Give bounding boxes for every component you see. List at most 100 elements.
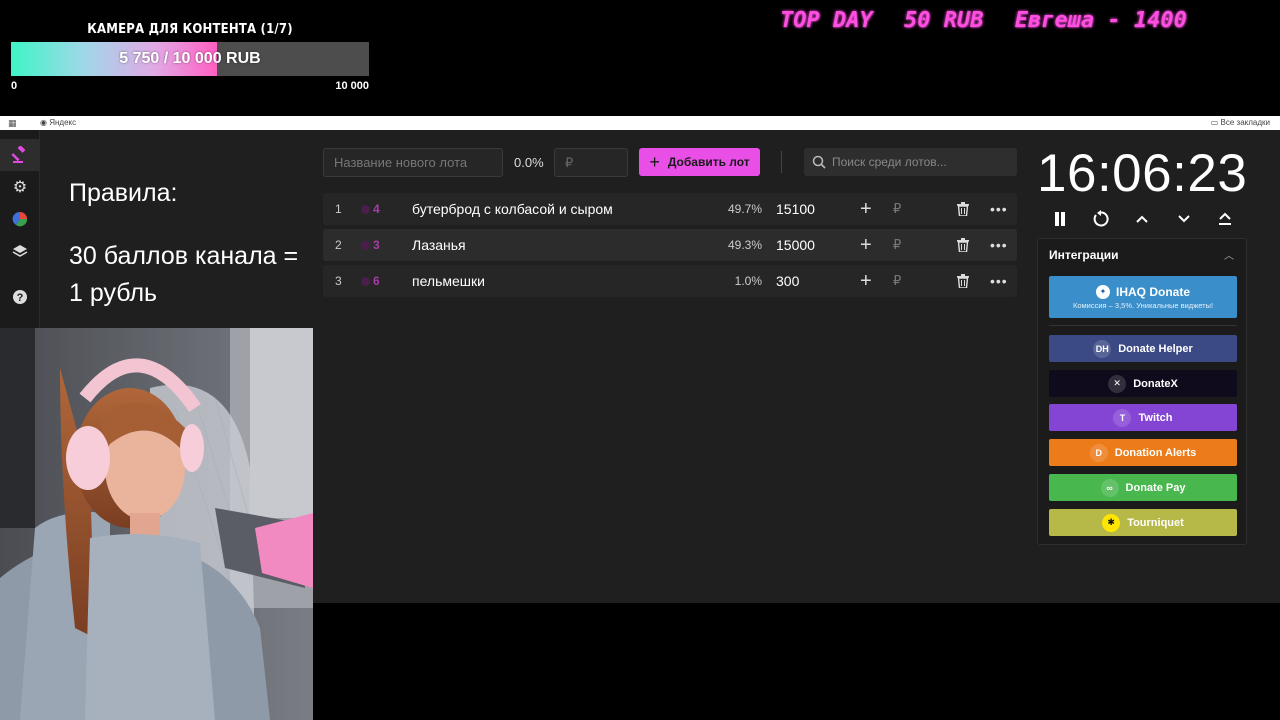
donation-ticker: TOP DAY 50 RUB Евгеша - 1400 — [780, 4, 1280, 38]
more-options-icon[interactable]: ••• — [990, 229, 1008, 261]
rules-text: 30 баллов канала = 1 рубль — [69, 242, 299, 307]
black-background — [313, 603, 1280, 720]
new-lot-name-input[interactable] — [323, 148, 503, 177]
lot-votes-count: 6 — [373, 274, 380, 288]
add-lot-label: Добавить лот — [667, 155, 750, 169]
twitch-logo-icon: T — [1113, 408, 1132, 427]
lot-votes: 3 — [361, 229, 380, 261]
collapse-icon[interactable]: ︿ — [1224, 247, 1234, 262]
auction-gavel-icon[interactable] — [0, 139, 40, 171]
lot-number: 1 — [335, 202, 342, 216]
donatex-logo-icon: ✕ — [1108, 374, 1127, 393]
ticker-item: TOP DAY — [780, 8, 873, 33]
chevron-up-icon[interactable] — [1131, 208, 1153, 230]
search-input[interactable] — [826, 155, 1017, 169]
donate-helper-button[interactable]: DH Donate Helper — [1049, 335, 1237, 362]
lot-votes: 6 — [361, 265, 380, 297]
double-up-icon[interactable] — [1214, 208, 1236, 230]
help-icon[interactable]: ? — [0, 281, 40, 313]
ruble-icon[interactable]: ₽ — [893, 229, 901, 261]
all-bookmarks-label: Все закладки — [1220, 118, 1270, 127]
lot-name[interactable]: бутерброд с колбасой и сыром — [412, 193, 613, 225]
reset-icon[interactable] — [1090, 208, 1112, 230]
rules-panel: Правила: 30 баллов канала = 1 рубль — [69, 175, 314, 338]
lot-amount[interactable]: 300 — [776, 265, 799, 297]
ticker-item: 50 RUB — [903, 8, 984, 33]
twitch-label: Twitch — [1138, 411, 1173, 424]
lot-number: 2 — [335, 238, 342, 252]
ihaq-logo-icon: ✦ — [1095, 284, 1110, 299]
lot-row[interactable]: 3 6 пельмешки 1.0% 300 + ₽ ••• — [323, 265, 1017, 297]
tourniquet-button[interactable]: ✱ Tourniquet — [1049, 509, 1237, 536]
apps-grid-icon[interactable]: ▦ — [8, 118, 18, 128]
bookmark-label: Яндекс — [49, 118, 77, 127]
ticker-item: Евгеша - 1400 — [1014, 8, 1187, 33]
lot-name[interactable]: Лазанья — [412, 229, 466, 261]
votes-icon — [361, 241, 370, 250]
donate-pay-button[interactable]: ∞ Donate Pay — [1049, 474, 1237, 501]
lot-votes-count: 4 — [373, 202, 380, 216]
all-bookmarks-button[interactable]: ▭ Все закладки — [1211, 116, 1270, 130]
webcam-feed — [0, 328, 313, 720]
chevron-down-icon[interactable] — [1173, 208, 1195, 230]
integrations-panel: Интеграции ︿ ✦ IHAQ Donate Комиссия – 3,5… — [1037, 238, 1247, 545]
goal-progress-text: 5 750 / 10 000 RUB — [119, 50, 261, 67]
pie-chart-icon[interactable] — [0, 203, 40, 235]
donate-pay-label: Donate Pay — [1125, 481, 1186, 494]
goal-min-label: 0 — [11, 80, 18, 92]
layers-icon[interactable] — [0, 235, 40, 267]
add-amount-icon[interactable]: + — [860, 265, 872, 297]
lot-row[interactable]: 2 3 Лазанья 49.3% 15000 + ₽ ••• — [323, 229, 1017, 261]
donatex-label: DonateX — [1133, 377, 1178, 390]
gear-icon[interactable]: ⚙ — [0, 171, 40, 203]
ruble-icon[interactable]: ₽ — [893, 193, 901, 225]
add-amount-icon[interactable]: + — [860, 193, 872, 225]
add-lot-button[interactable]: + Добавить лот — [639, 148, 760, 176]
svg-text:?: ? — [17, 292, 24, 304]
donation-alerts-logo-icon: D — [1089, 443, 1108, 462]
lot-row[interactable]: 1 4 бутерброд с колбасой и сыром 49.7% 1… — [323, 193, 1017, 225]
goal-title: КАМЕРА ДЛЯ КОНТЕНТА (1/7) — [87, 22, 293, 37]
stream-screen: КАМЕРА ДЛЯ КОНТЕНТА (1/7) 5 750 / 10 000… — [0, 0, 1280, 720]
lot-search[interactable] — [804, 148, 1017, 176]
trash-icon[interactable] — [957, 202, 969, 217]
rules-heading: Правила: — [69, 179, 178, 207]
add-amount-icon[interactable]: + — [860, 229, 872, 261]
donate-pay-logo-icon: ∞ — [1100, 478, 1119, 497]
search-icon — [812, 155, 826, 169]
donate-helper-logo-icon: DH — [1093, 339, 1112, 358]
more-options-icon[interactable]: ••• — [990, 193, 1008, 225]
votes-icon — [361, 277, 370, 286]
auction-timer: 16:06:23 — [1037, 144, 1248, 203]
twitch-button[interactable]: T Twitch — [1049, 404, 1237, 431]
lot-list: 1 4 бутерброд с колбасой и сыром 49.7% 1… — [323, 193, 1017, 301]
lot-votes-count: 3 — [373, 238, 380, 252]
lot-name[interactable]: пельмешки — [412, 265, 485, 297]
ihaq-label: IHAQ Donate — [1115, 284, 1190, 299]
new-lot-amount-input[interactable] — [554, 148, 628, 177]
more-options-icon[interactable]: ••• — [990, 265, 1008, 297]
lot-number: 3 — [335, 274, 342, 288]
goal-scale: 0 10 000 — [11, 80, 369, 96]
donatex-button[interactable]: ✕ DonateX — [1049, 370, 1237, 397]
timer-controls — [1046, 208, 1238, 230]
toolbar-divider — [781, 151, 782, 173]
lot-amount[interactable]: 15000 — [776, 229, 815, 261]
pause-icon[interactable] — [1049, 208, 1071, 230]
donation-alerts-label: Donation Alerts — [1114, 446, 1197, 459]
lot-amount[interactable]: 15100 — [776, 193, 815, 225]
bookmark-yandex[interactable]: ◉ Яндекс — [40, 116, 76, 130]
donation-goal-widget: КАМЕРА ДЛЯ КОНТЕНТА (1/7) 5 750 / 10 000… — [11, 20, 369, 96]
webcam-image — [0, 328, 313, 720]
new-lot-percent: 0.0% — [514, 155, 544, 170]
ihaq-donate-button[interactable]: ✦ IHAQ Donate Комиссия – 3,5%. Уникальные… — [1049, 276, 1237, 318]
goal-max-label: 10 000 — [335, 80, 369, 92]
ihaq-subtitle: Комиссия – 3,5%. Уникальные виджеты! — [1072, 300, 1214, 310]
ruble-icon[interactable]: ₽ — [893, 265, 901, 297]
trash-icon[interactable] — [957, 238, 969, 253]
lot-percent: 49.7% — [727, 202, 762, 216]
donation-alerts-button[interactable]: D Donation Alerts — [1049, 439, 1237, 466]
trash-icon[interactable] — [957, 274, 969, 289]
lot-percent: 49.3% — [727, 238, 762, 252]
plus-icon: + — [649, 152, 660, 172]
